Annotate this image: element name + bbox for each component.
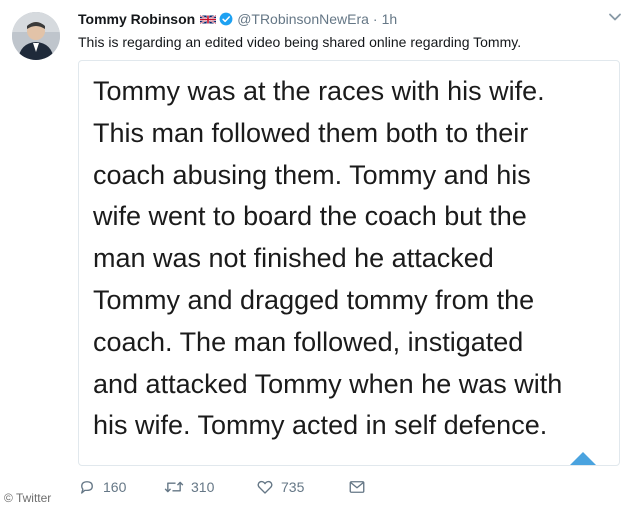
heart-icon (257, 480, 273, 494)
image-text-line: This man followed them both to their (93, 117, 529, 148)
separator-dot: · (372, 11, 378, 27)
author-name[interactable]: Tommy Robinson (78, 11, 195, 27)
image-text-line: man was not finished he attacked (93, 243, 494, 274)
uk-flag-icon (200, 14, 217, 25)
direct-message-button[interactable] (348, 479, 372, 495)
copyright-watermark: © Twitter (4, 491, 52, 505)
image-text-line: and attacked Tommy when he was with (93, 368, 563, 399)
caret-up-icon (570, 452, 596, 465)
like-button[interactable]: 735 (256, 478, 348, 496)
author-handle[interactable]: @TRobinsonNewEra (237, 11, 369, 27)
like-count: 735 (281, 479, 305, 495)
tweet-actions: 160 310 735 (78, 476, 372, 498)
envelope-icon (349, 481, 365, 493)
tweet-timestamp[interactable]: 1h (382, 11, 398, 27)
tweet-text: This is regarding an edited video being … (78, 34, 522, 50)
image-text-line: coach. The man followed, instigated (93, 326, 524, 357)
image-text: Tommy was at the races with his wife. Th… (93, 71, 609, 447)
reply-button[interactable]: 160 (78, 478, 164, 496)
tweet-image[interactable]: Tommy was at the races with his wife. Th… (78, 60, 620, 466)
image-text-line: coach abusing them. Tommy and his (93, 159, 531, 190)
avatar[interactable] (12, 12, 60, 60)
image-text-line: his wife. Tommy acted in self defence. (93, 410, 548, 441)
retweet-button[interactable]: 310 (164, 478, 256, 496)
reply-icon (81, 481, 93, 494)
profile-photo (12, 12, 60, 60)
image-text-line: Tommy was at the races with his wife. (93, 76, 545, 106)
image-text-line: wife went to board the coach but the (93, 201, 527, 232)
tweet-header: Tommy Robinson @TRobinsonNewEra · 1h (78, 10, 622, 30)
verified-badge-icon (219, 12, 233, 26)
retweet-icon (164, 481, 184, 493)
chevron-down-icon[interactable] (608, 10, 622, 24)
reply-count: 160 (103, 479, 127, 495)
image-text-line: Tommy and dragged tommy from the (93, 284, 535, 315)
retweet-count: 310 (191, 479, 215, 495)
